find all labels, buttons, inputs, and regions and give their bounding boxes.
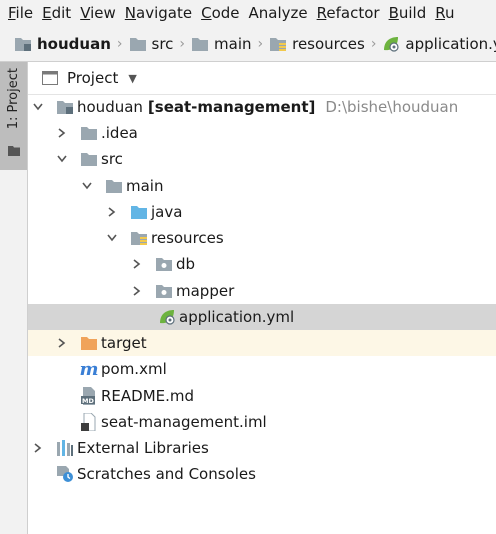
tree-row-external-libraries[interactable]: External Libraries — [28, 435, 496, 461]
chevron-right-icon[interactable] — [56, 338, 68, 348]
tree-label: main — [126, 177, 164, 195]
tree-row-resources[interactable]: resources — [28, 225, 496, 251]
resources-folder-icon — [269, 35, 287, 53]
chevron-right-icon[interactable] — [32, 443, 44, 453]
tree-row-target[interactable]: target — [28, 330, 496, 356]
module-file-icon — [80, 413, 98, 431]
breadcrumb-item-resources[interactable]: resources › — [263, 35, 376, 53]
panel-title: Project — [67, 69, 119, 87]
chevron-down-icon[interactable] — [56, 155, 68, 163]
breadcrumb-item-houduan[interactable]: houduan › — [0, 35, 123, 53]
chevron-right-icon[interactable] — [56, 128, 68, 138]
menu-edit[interactable]: Edit — [33, 4, 71, 22]
menu-file[interactable]: File — [0, 4, 33, 22]
spring-leaf-icon — [382, 35, 400, 53]
breadcrumb-item-main[interactable]: main › — [185, 35, 263, 53]
breadcrumb-item-src[interactable]: src › — [123, 34, 185, 53]
breadcrumb-label: application.yml — [405, 34, 496, 53]
menu-bar: File Edit View Navigate Code Analyze Ref… — [0, 0, 496, 26]
project-panel-header: Project ▼ — [28, 62, 496, 95]
project-tool-tab[interactable]: 1: Project — [0, 62, 27, 170]
tree-row-pom[interactable]: m pom.xml — [28, 356, 496, 382]
chevron-down-icon[interactable] — [81, 182, 93, 190]
tree-label: db — [176, 255, 196, 273]
root-name: houduan — [77, 98, 143, 116]
tree-label: application.yml — [179, 308, 295, 326]
breadcrumb-label: houduan — [37, 34, 111, 53]
maven-icon: m — [79, 358, 99, 380]
tree-label: seat-management.iml — [101, 413, 267, 431]
tree-row-idea[interactable]: .idea — [28, 120, 496, 146]
tree-row-main[interactable]: main — [28, 173, 496, 199]
breadcrumb-item-application-yml[interactable]: application.yml — [376, 35, 496, 53]
spring-leaf-icon — [158, 308, 176, 326]
chevron-right-icon[interactable] — [131, 259, 143, 269]
tree-row-root[interactable]: houduan [seat-management] D:\bishe\houdu… — [28, 94, 496, 120]
breadcrumb-label: src — [151, 34, 174, 53]
package-folder-icon — [155, 282, 173, 300]
tree-row-iml[interactable]: seat-management.iml — [28, 409, 496, 435]
package-folder-icon — [155, 255, 173, 273]
tree-row-mapper[interactable]: mapper — [28, 278, 496, 304]
breadcrumb: houduan › src › main › resources › appli… — [0, 26, 496, 62]
menu-navigate[interactable]: Navigate — [116, 4, 192, 22]
folder-icon — [129, 35, 147, 53]
tree-label: target — [101, 334, 147, 352]
project-tool-tab-label: 1: Project — [6, 68, 21, 130]
tree-label: pom.xml — [101, 360, 167, 378]
library-icon — [56, 439, 74, 457]
tree-label: .idea — [101, 124, 138, 142]
breadcrumb-label: main — [214, 34, 252, 53]
tree-row-readme[interactable]: MD README.md — [28, 383, 496, 409]
tree-label: java — [151, 203, 183, 221]
chevron-down-icon[interactable]: ▼ — [128, 72, 136, 85]
scratches-icon — [56, 465, 74, 483]
module-folder-icon — [14, 35, 32, 53]
module-name: [seat-management] — [147, 98, 316, 116]
root-path: D:\bishe\houduan — [325, 98, 459, 116]
menu-build[interactable]: Build — [380, 4, 427, 22]
folder-icon — [80, 124, 98, 142]
breadcrumb-label: resources — [292, 34, 365, 53]
tree-row-src[interactable]: src — [28, 146, 496, 172]
chevron-right-icon[interactable] — [131, 286, 143, 296]
folder-icon — [8, 142, 20, 160]
menu-view[interactable]: View — [71, 4, 116, 22]
tree-label: src — [101, 150, 123, 168]
tree-row-db[interactable]: db — [28, 251, 496, 277]
folder-icon — [105, 177, 123, 195]
source-folder-icon — [130, 203, 148, 221]
folder-icon — [80, 150, 98, 168]
tree-label: mapper — [176, 282, 235, 300]
tree-row-scratches[interactable]: Scratches and Consoles — [28, 461, 496, 487]
menu-run[interactable]: Ru — [426, 4, 454, 22]
module-folder-icon — [56, 98, 74, 116]
menu-refactor[interactable]: Refactor — [308, 4, 380, 22]
chevron-down-icon[interactable] — [32, 103, 44, 111]
svg-text:MD: MD — [82, 397, 94, 405]
tree-label: External Libraries — [77, 439, 209, 457]
tree-label: resources — [151, 229, 224, 247]
resources-folder-icon — [130, 229, 148, 247]
chevron-right-icon[interactable] — [106, 207, 118, 217]
chevron-down-icon[interactable] — [106, 234, 118, 242]
tree-row-java[interactable]: java — [28, 199, 496, 225]
folder-icon — [191, 35, 209, 53]
excluded-folder-icon — [80, 334, 98, 352]
tree-label: Scratches and Consoles — [77, 465, 256, 483]
menu-code[interactable]: Code — [192, 4, 239, 22]
project-view-icon — [41, 69, 59, 87]
menu-analyze[interactable]: Analyze — [240, 4, 308, 22]
markdown-file-icon: MD — [80, 387, 98, 405]
tree-row-application-yml[interactable]: application.yml — [28, 304, 496, 330]
tree-label: README.md — [101, 387, 195, 405]
